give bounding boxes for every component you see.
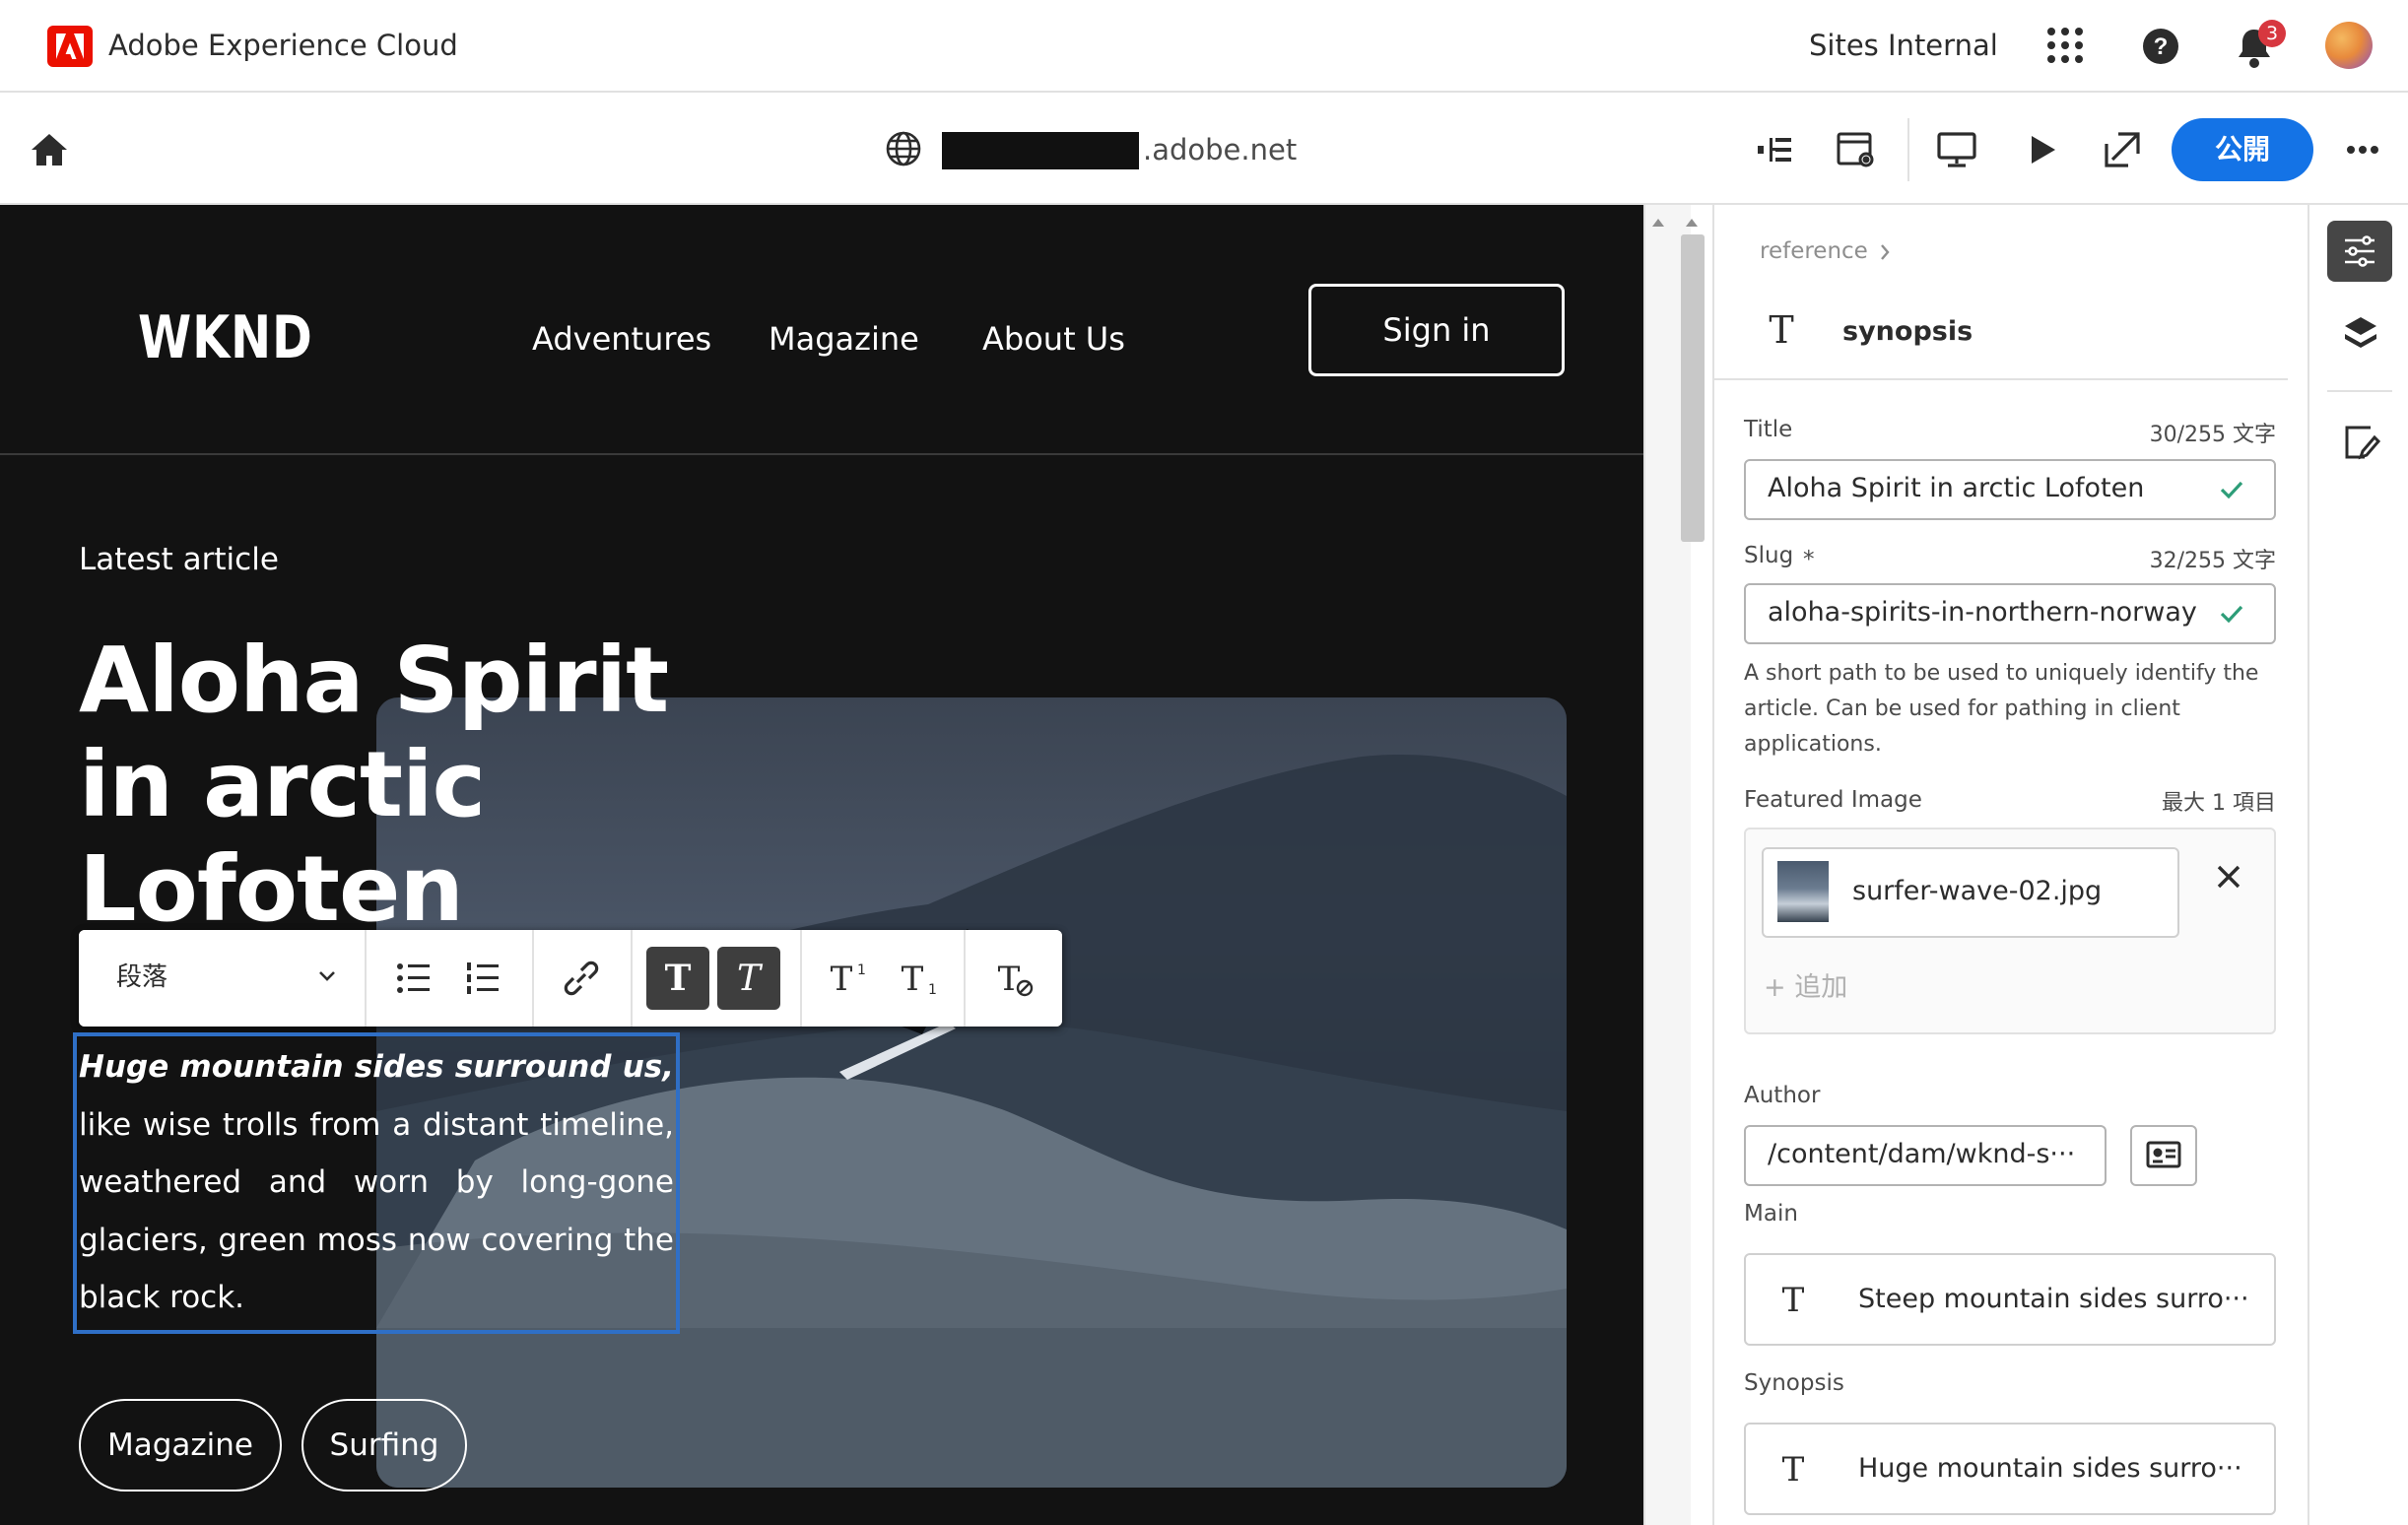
page-url[interactable]: .adobe.net — [1143, 130, 1297, 169]
author-input-value: /content/dam/wknd-s··· — [1768, 1139, 2076, 1169]
open-in-new-window-icon[interactable] — [2101, 128, 2144, 171]
app-switcher-icon[interactable] — [2045, 26, 2085, 65]
toolbar-separator — [1907, 118, 1909, 181]
main-reference-text: Steep mountain sides surro··· — [1858, 1284, 2249, 1314]
scroll-up-arrow-icon[interactable] — [1651, 213, 1665, 227]
svg-text:1: 1 — [928, 982, 937, 998]
title-valid-check-icon — [2219, 479, 2244, 500]
home-icon[interactable] — [30, 132, 69, 167]
notification-count-badge: 3 — [2258, 20, 2286, 47]
bulleted-list-icon[interactable] — [382, 947, 445, 1010]
rail-divider — [2327, 390, 2392, 392]
annotate-icon[interactable] — [2341, 422, 2381, 463]
slug-help-text: A short path to be used to uniquely iden… — [1744, 661, 2259, 757]
clear-format-icon[interactable]: T — [981, 947, 1044, 1010]
chevron-down-icon[interactable] — [315, 963, 339, 987]
svg-text:T: T — [665, 958, 692, 999]
nav-link-about-us[interactable]: About Us — [982, 315, 1125, 363]
nav-link-adventures[interactable]: Adventures — [532, 315, 711, 363]
help-icon[interactable]: ? — [2142, 28, 2179, 65]
more-options-icon[interactable] — [2343, 138, 2382, 162]
title-input-value: Aloha Spirit in arctic Lofoten — [1768, 473, 2145, 503]
scroll-up-arrow-icon[interactable] — [1685, 213, 1699, 227]
url-redacted — [942, 132, 1139, 169]
page-properties-icon[interactable] — [1835, 128, 1878, 171]
featured-image-label: Featured Image — [1744, 787, 1922, 813]
remove-image-close-icon[interactable] — [2215, 863, 2242, 891]
preview-play-icon[interactable] — [2020, 128, 2063, 171]
chevron-right-icon — [1878, 242, 1892, 262]
component-name: synopsis — [1842, 316, 1973, 347]
slug-required-marker: * — [1803, 547, 1815, 572]
user-avatar[interactable] — [2325, 22, 2373, 69]
synopsis-editable-text[interactable]: Huge mountain sides surround us, like wi… — [79, 1038, 674, 1327]
rte-separator — [532, 930, 534, 1027]
globe-icon — [885, 130, 922, 167]
scrollbar-thumb[interactable] — [1681, 234, 1705, 542]
image-thumbnail — [1777, 861, 1829, 922]
svg-text:T: T — [1782, 1281, 1805, 1318]
panel-divider — [1712, 378, 2288, 380]
title-label: Title — [1744, 417, 1793, 442]
italic-icon[interactable]: T — [717, 947, 780, 1010]
layers-icon[interactable] — [2341, 313, 2380, 353]
subscript-icon[interactable]: T 1 — [885, 947, 948, 1010]
add-image-button[interactable]: + 追加 — [1764, 969, 1847, 1007]
slug-char-count: 32/255 文字 — [2149, 549, 2276, 573]
svg-text:T: T — [831, 960, 853, 999]
sign-in-button[interactable]: Sign in — [1308, 284, 1565, 376]
synopsis-bold-text: Huge mountain sides surround us, — [79, 1049, 674, 1085]
adobe-logo-icon[interactable] — [47, 26, 93, 67]
rte-separator — [800, 930, 802, 1027]
svg-text:?: ? — [2154, 33, 2169, 60]
svg-text:T: T — [902, 960, 924, 999]
link-icon[interactable] — [550, 947, 613, 1010]
synopsis-rest-text: like wise trolls from a distant timeline… — [79, 1106, 674, 1316]
svg-text:1: 1 — [857, 962, 866, 978]
breadcrumb[interactable]: reference — [1760, 234, 1868, 268]
text-component-icon: T — [1773, 1448, 1813, 1490]
main-label: Main — [1744, 1201, 1798, 1227]
svg-text:T: T — [998, 960, 1021, 999]
slug-valid-check-icon — [2219, 603, 2244, 625]
slug-input-value: aloha-spirits-in-northern-norway — [1768, 597, 2197, 628]
slug-label: Slug — [1744, 543, 1794, 568]
rte-separator — [365, 930, 367, 1027]
properties-sliders-icon[interactable] — [2327, 221, 2392, 282]
publish-button[interactable]: 公開 — [2172, 118, 2313, 181]
site-logo[interactable]: WKND — [138, 303, 313, 372]
svg-text:T: T — [1769, 308, 1793, 351]
article-headline[interactable]: Aloha Spirit in arctic Lofoten — [79, 629, 709, 942]
paragraph-format-select[interactable]: 段落 — [116, 958, 167, 997]
right-rail — [2308, 205, 2408, 1525]
svg-text:T: T — [737, 959, 764, 999]
numbered-list-icon[interactable] — [451, 947, 514, 1010]
bold-icon[interactable]: T — [646, 947, 709, 1010]
superscript-icon[interactable]: T 1 — [814, 947, 877, 1010]
svg-text:T: T — [1782, 1450, 1805, 1488]
text-component-icon: T — [1773, 1279, 1813, 1320]
tag-surfing[interactable]: Surfing — [301, 1399, 467, 1492]
content-tree-icon[interactable] — [1754, 128, 1797, 171]
nav-link-magazine[interactable]: Magazine — [769, 315, 919, 363]
author-picker-button[interactable] — [2130, 1125, 2197, 1186]
title-char-count: 30/255 文字 — [2149, 423, 2276, 447]
nav-divider — [0, 453, 1643, 455]
app-title[interactable]: Adobe Experience Cloud — [108, 26, 458, 65]
featured-image-max: 最大 1 項目 — [2162, 791, 2276, 816]
article-eyebrow: Latest article — [79, 542, 279, 577]
text-component-icon: T — [1760, 307, 1803, 352]
synopsis-label: Synopsis — [1744, 1370, 1844, 1396]
desktop-preview-icon[interactable] — [1935, 128, 1978, 171]
tag-magazine[interactable]: Magazine — [79, 1399, 282, 1492]
rte-separator — [631, 930, 633, 1027]
author-label: Author — [1744, 1083, 1821, 1108]
synopsis-reference-text: Huge mountain sides surro··· — [1858, 1453, 2242, 1484]
rte-separator — [964, 930, 966, 1027]
org-switcher[interactable]: Sites Internal — [1809, 26, 1998, 65]
featured-image-filename: surfer-wave-02.jpg — [1852, 876, 2103, 906]
